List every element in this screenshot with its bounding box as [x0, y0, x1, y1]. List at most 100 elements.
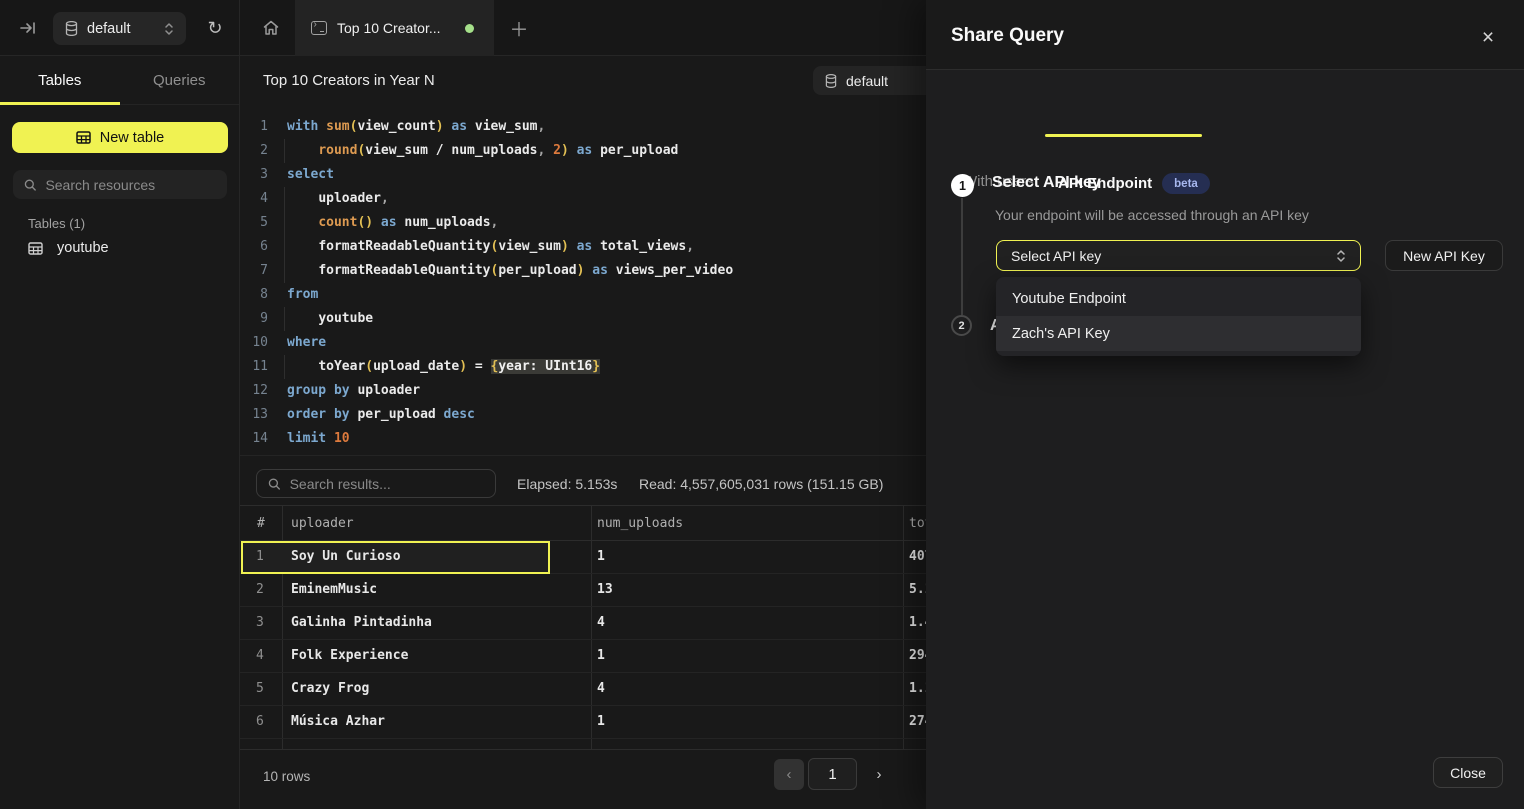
row-count: 10 rows [263, 769, 310, 784]
tables-section-label: Tables (1) [28, 216, 85, 231]
dropdown-option[interactable]: Youtube Endpoint [996, 281, 1361, 316]
query-database-label: default [846, 73, 888, 89]
new-table-button[interactable]: New table [12, 122, 228, 153]
line-number: 14 [240, 427, 268, 451]
search-icon [268, 477, 281, 491]
line-number: 12 [240, 379, 268, 403]
query-tab-label: Top 10 Creator... [337, 20, 441, 36]
new-tab-button[interactable]: ＋ [505, 14, 533, 42]
cell-num-uploads[interactable]: 4 [597, 615, 605, 630]
new-api-key-button[interactable]: New API Key [1385, 240, 1503, 271]
line-number: 4 [240, 187, 268, 211]
dropdown-option[interactable]: Zach's API Key [996, 316, 1361, 351]
step-1-description: Your endpoint will be accessed through a… [995, 207, 1309, 223]
resource-search[interactable] [13, 170, 227, 199]
cell-num-uploads[interactable]: 1 [597, 549, 605, 564]
code-text: toYear(upload_date) = {year: UInt16} [287, 355, 600, 379]
query-tab[interactable]: Top 10 Creator... [295, 0, 494, 56]
tab-queries[interactable]: Queries [120, 56, 240, 104]
active-tab-underline [1045, 134, 1202, 137]
tab-tables[interactable]: Tables [0, 56, 120, 104]
search-icon [24, 178, 36, 192]
step-connector-line [961, 198, 963, 315]
line-number: 11 [240, 355, 268, 379]
tab-status-dot [465, 24, 474, 33]
line-number: 3 [240, 163, 268, 187]
results-search[interactable] [256, 469, 496, 498]
home-button[interactable] [257, 14, 285, 42]
cell-num-uploads[interactable]: 13 [597, 582, 613, 597]
home-icon [262, 19, 280, 37]
cell-num-uploads[interactable]: 1 [597, 714, 605, 729]
app-window: default ↻ Top 10 Creator... ＋ Tab [0, 0, 1524, 809]
row-number[interactable]: 5 [256, 681, 264, 696]
row-number[interactable]: 6 [256, 714, 264, 729]
close-icon[interactable]: × [1474, 25, 1502, 50]
code-text: with sum(view_count) as view_sum, [287, 115, 545, 139]
step-1-title: Select API key [992, 174, 1101, 192]
code-text: from [287, 283, 318, 307]
api-key-select-value: Select API key [1011, 248, 1336, 264]
line-number: 13 [240, 403, 268, 427]
line-number: 2 [240, 139, 268, 163]
cell-uploader[interactable]: EminemMusic [291, 582, 377, 597]
cell-uploader[interactable]: Galinha Pintadinha [291, 615, 432, 630]
cell-uploader[interactable]: Folk Experience [291, 648, 408, 663]
results-search-input[interactable] [290, 476, 484, 492]
api-key-dropdown: Youtube EndpointZach's API Key [996, 277, 1361, 356]
line-number: 1 [240, 115, 268, 139]
table-icon [28, 242, 43, 255]
chevron-updown-icon [164, 22, 174, 36]
code-text: limit 10 [287, 427, 350, 451]
share-panel-title: Share Query [951, 25, 1064, 47]
cell-uploader[interactable]: Música Azhar [291, 714, 385, 729]
row-number[interactable]: 4 [256, 648, 264, 663]
topbar-left: default ↻ [0, 0, 240, 56]
table-icon [76, 131, 91, 144]
resource-search-input[interactable] [45, 177, 216, 193]
code-text: uploader, [287, 187, 389, 211]
line-number: 10 [240, 331, 268, 355]
page-number-button[interactable]: 1 [808, 758, 857, 790]
cell-num-uploads[interactable]: 4 [597, 681, 605, 696]
row-number[interactable]: 1 [256, 549, 264, 564]
chevron-updown-icon [1336, 249, 1346, 263]
sidebar-item-youtube[interactable]: youtube [28, 240, 109, 256]
step-1-badge: 1 [951, 174, 974, 197]
refresh-button[interactable]: ↻ [201, 14, 229, 42]
collapse-sidebar-button[interactable] [14, 14, 42, 42]
step-2-badge: 2 [951, 315, 972, 336]
col-header-num-uploads: num_uploads [597, 516, 683, 531]
sidebar-tabs: Tables Queries [0, 56, 239, 105]
line-number: 7 [240, 259, 268, 283]
cell-num-uploads[interactable]: 1 [597, 648, 605, 663]
query-title: Top 10 Creators in Year N [263, 72, 435, 89]
new-table-label: New table [100, 130, 164, 146]
col-header-uploader: uploader [291, 516, 354, 531]
code-text: count() as num_uploads, [287, 211, 498, 235]
cell-uploader[interactable]: Crazy Frog [291, 681, 369, 696]
api-key-select[interactable]: Select API key [996, 240, 1361, 271]
share-panel-header: Share Query × [926, 0, 1524, 70]
cell-uploader[interactable]: Soy Un Curioso [291, 549, 401, 564]
line-number: 9 [240, 307, 268, 331]
code-text: group by uploader [287, 379, 420, 403]
table-name: youtube [57, 240, 109, 256]
row-number[interactable]: 2 [256, 582, 264, 597]
close-button[interactable]: Close [1433, 757, 1503, 788]
beta-badge: beta [1162, 173, 1210, 194]
previous-page-button[interactable]: ‹ [774, 759, 804, 790]
line-number: 6 [240, 235, 268, 259]
sidebar: Tables Queries New table Tables (1) yout… [0, 56, 240, 809]
line-number: 8 [240, 283, 268, 307]
line-number: 5 [240, 211, 268, 235]
code-text: youtube [287, 307, 373, 331]
col-header-index: # [257, 516, 265, 531]
terminal-icon [311, 21, 327, 35]
share-panel-tabs: With users API Endpoint beta [926, 70, 1524, 140]
next-page-button[interactable]: › [866, 759, 892, 790]
row-number[interactable]: 3 [256, 615, 264, 630]
database-selector[interactable]: default [53, 12, 186, 45]
database-icon [65, 21, 78, 36]
code-text: formatReadableQuantity(view_sum) as tota… [287, 235, 694, 259]
